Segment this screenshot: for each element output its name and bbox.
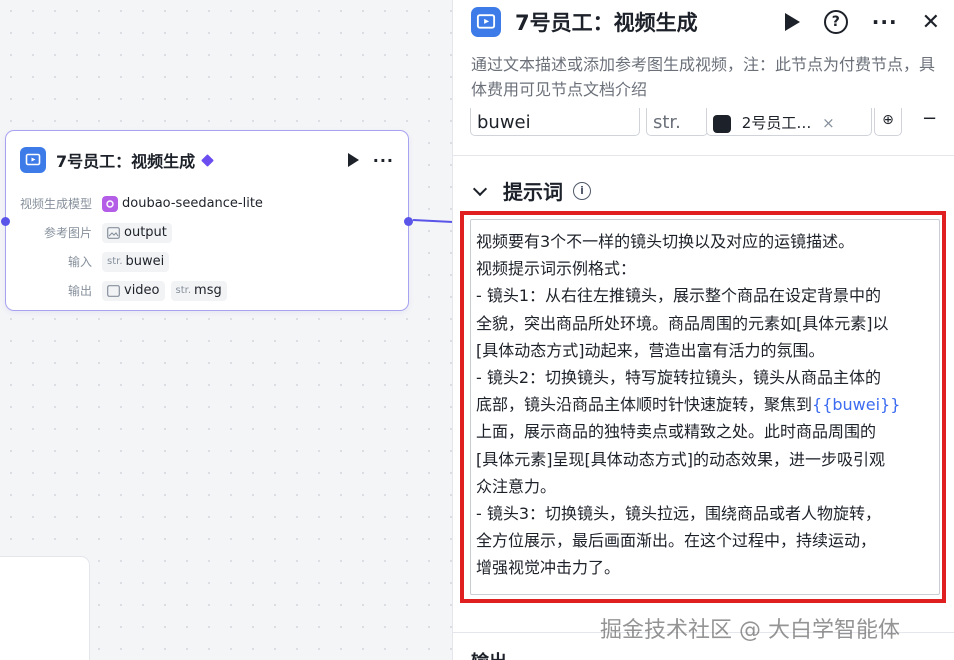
output-value-msg: msg [194, 283, 222, 298]
file-icon [107, 284, 120, 297]
close-icon[interactable]: ✕ [922, 10, 940, 35]
prompt-line-text: 底部，镜头沿商品主体顺时针快速旋转，聚焦到 [476, 395, 813, 415]
output-chip-msg: str. msg [170, 280, 227, 301]
node-row-output: 输出 video str. msg [6, 276, 408, 305]
output-chip-video: video [102, 280, 165, 301]
prompt-line: 增强视觉冲击力了。 [476, 558, 621, 578]
node-header: 7号员工：视频生成 ··· [20, 145, 394, 175]
prompt-line: 众注意力。 [476, 476, 557, 496]
node-row-model: 视频生成模型 doubao-seedance-lite [6, 189, 408, 218]
more-icon[interactable]: ··· [373, 151, 394, 170]
input-handle[interactable] [1, 217, 10, 226]
prompt-line: 全貌，突出商品所处环境。商品周围的元素如[具体元素]以 [476, 313, 889, 333]
help-icon[interactable]: ? [823, 10, 848, 34]
model-chip: doubao-seedance-lite [102, 194, 268, 214]
ref-value: 2号员工… [741, 114, 812, 132]
prompt-text[interactable]: 视频要有3个不一样的镜头切换以及对应的运镜描述。 视频提示词示例格式： - 镜头… [476, 228, 948, 582]
prompt-line: 全方位展示，最后画面渐出。在这个过程中，持续运动， [476, 531, 877, 551]
input-chip: str. buwei [102, 251, 170, 272]
video-generation-node[interactable]: 7号员工：视频生成 ··· 视频生成模型 doubao-seedance-lit… [5, 130, 409, 311]
prompt-line: [具体元素]呈现[具体动态方式]的动态效果，进一步吸引观 [476, 449, 885, 469]
prompt-line: 上面，展示商品的独特卖点或精致之处。此时商品周围的 [476, 422, 877, 442]
run-icon[interactable] [784, 13, 800, 31]
param-ref-select[interactable]: 2号员工… × [706, 108, 872, 136]
partial-node-card[interactable] [0, 556, 90, 660]
node-title: 7号员工：视频生成 [56, 152, 196, 171]
model-name: doubao-seedance-lite [122, 196, 263, 211]
variable-picker-icon[interactable]: ⊕ [874, 108, 902, 136]
param-name-input[interactable]: buwei [470, 108, 640, 136]
remove-param-button[interactable]: − [922, 108, 937, 129]
output-section-title[interactable]: 输出 [471, 648, 507, 660]
prompt-line: - 镜头2：切换镜头，特写旋转拉镜头，镜头从商品主体的 [476, 368, 882, 388]
prompt-section-title: 提示词 [503, 180, 563, 204]
remove-ref-icon[interactable]: × [822, 114, 835, 132]
output-handle[interactable] [404, 217, 413, 226]
row-label: 输出 [67, 284, 92, 298]
row-label: 参考图片 [43, 226, 92, 240]
watermark: 掘金技术社区 @ 大白学智能体 [600, 618, 900, 643]
more-icon[interactable]: ··· [872, 10, 898, 34]
chevron-down-icon[interactable] [472, 181, 488, 196]
prompt-variable[interactable]: {{buwei}} [812, 395, 900, 414]
input-value: buwei [125, 254, 165, 269]
row-label: 输入 [67, 255, 92, 269]
param-type-select[interactable]: str. [646, 108, 708, 136]
prompt-section-header[interactable]: 提示词 i [472, 176, 591, 205]
video-icon [471, 7, 501, 37]
output-value-video: video [124, 283, 160, 298]
divider [453, 155, 954, 156]
prompt-line: - 镜头3：切换镜头，镜头拉远，围绕商品或者人物旋转， [476, 504, 882, 524]
node-row-input: 输入 str. buwei [6, 247, 408, 276]
prompt-line: [具体动态方式]动起来，营造出富有活力的氛围。 [476, 340, 825, 360]
camera-icon [102, 195, 118, 212]
panel-title: 7号员工：视频生成 [515, 11, 698, 35]
gear-icon [713, 114, 731, 133]
panel-description: 通过文本描述或添加参考图生成视频，注：此节点为付费节点，具体费用可见节点文档介绍 [471, 55, 936, 99]
prompt-line: 底部，镜头沿商品主体顺时针快速旋转，聚焦到{{buwei}} [476, 391, 948, 418]
panel-header: 7号员工：视频生成 ? ··· ✕ [471, 4, 940, 40]
node-row-ref-image: 参考图片 output [6, 218, 408, 247]
ref-image-chip: output [102, 222, 172, 243]
image-icon [107, 226, 120, 239]
type-tag: str. [107, 256, 123, 267]
info-icon[interactable]: i [573, 181, 591, 200]
run-node-icon[interactable] [347, 153, 359, 167]
prompt-line: 视频提示词示例格式： [476, 259, 637, 279]
prompt-line: - 镜头1：从右往左推镜头，展示整个商品在设定背景中的 [476, 286, 882, 306]
premium-diamond-icon [201, 153, 215, 167]
type-tag: str. [175, 285, 192, 296]
prompt-line: 视频要有3个不一样的镜头切换以及对应的运镜描述。 [476, 232, 855, 251]
node-params: 视频生成模型 doubao-seedance-lite 参考图片 output … [6, 189, 408, 305]
video-icon [20, 147, 46, 173]
ref-image-value: output [124, 225, 167, 240]
row-label: 视频生成模型 [19, 197, 92, 211]
